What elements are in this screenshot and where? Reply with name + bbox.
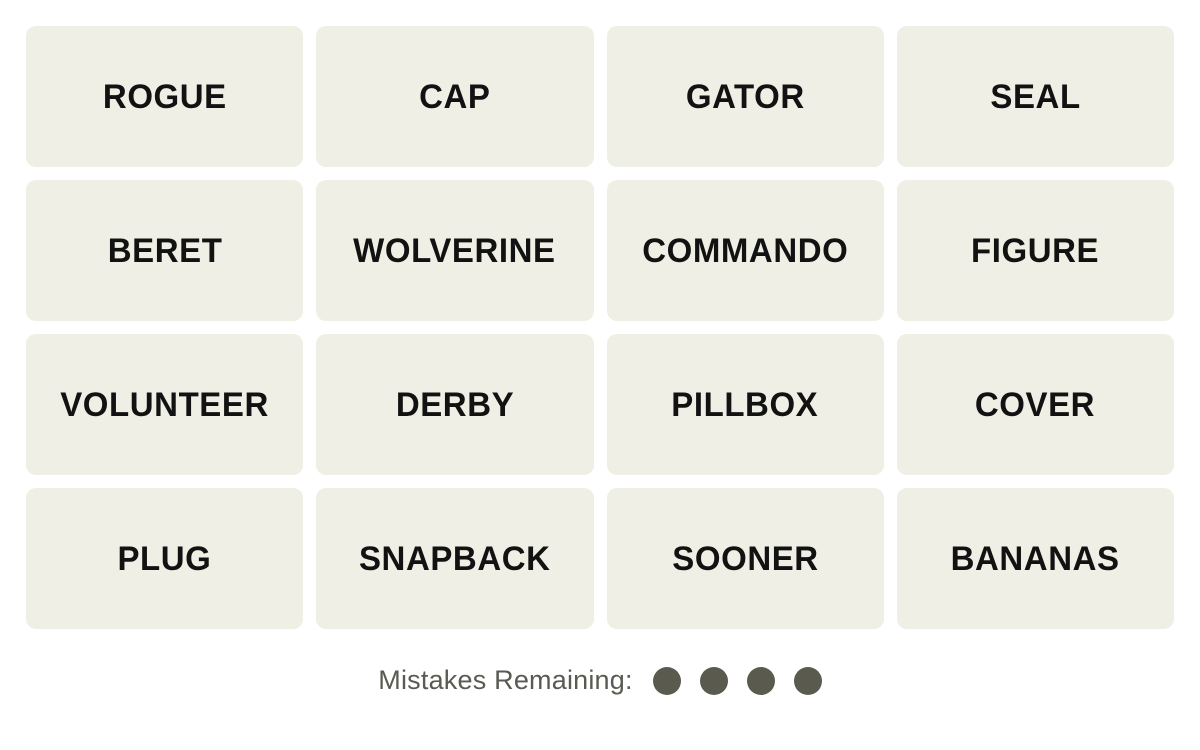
word-tile-label: WOLVERINE [353,231,557,270]
word-tile[interactable]: GATOR [606,26,884,167]
word-tile[interactable]: COVER [896,334,1174,475]
mistake-dot [699,666,728,695]
word-tile-label: SOONER [671,539,819,578]
mistakes-remaining: Mistakes Remaining: [378,665,822,695]
word-tile-label: CAP [419,77,491,116]
word-tile[interactable]: DERBY [316,334,594,475]
word-tile-label: VOLUNTEER [60,385,269,424]
word-tile-label: ROGUE [102,77,227,116]
word-tile[interactable]: CAP [316,26,594,167]
word-tile-label: PILLBOX [671,385,819,424]
word-tile[interactable]: VOLUNTEER [26,334,304,475]
word-tile-label: DERBY [395,385,515,424]
word-tile-label: COMMANDO [642,231,849,270]
word-tile[interactable]: SOONER [606,488,884,629]
word-tile-label: SEAL [990,77,1081,116]
mistake-dot [652,666,681,695]
word-tile[interactable]: ROGUE [26,26,304,167]
mistake-dot [793,666,822,695]
word-tile[interactable]: BANANAS [896,488,1174,629]
connections-board: ROGUE CAP GATOR SEAL BERET WOLVERINE COM… [0,0,1200,750]
word-tile[interactable]: PLUG [26,488,304,629]
mistakes-remaining-label: Mistakes Remaining: [378,665,633,695]
word-tile[interactable]: BERET [26,180,304,321]
word-tile[interactable]: SNAPBACK [316,488,594,629]
word-tile-label: SNAPBACK [359,539,551,578]
board-footer: Mistakes Remaining: [26,629,1174,750]
word-tile[interactable]: COMMANDO [606,180,884,321]
mistake-dots [652,666,822,695]
word-tile-label: GATOR [685,77,805,116]
word-tile[interactable]: PILLBOX [606,334,884,475]
word-tile-label: COVER [975,385,1096,424]
word-tile-label: BERET [107,231,222,270]
word-tile-label: FIGURE [971,231,1100,270]
word-tile[interactable]: SEAL [896,26,1174,167]
word-tile[interactable]: WOLVERINE [316,180,594,321]
word-tile-label: PLUG [117,539,212,578]
word-tile[interactable]: FIGURE [896,180,1174,321]
word-tile-label: BANANAS [950,539,1120,578]
mistake-dot [746,666,775,695]
word-grid: ROGUE CAP GATOR SEAL BERET WOLVERINE COM… [26,26,1174,629]
